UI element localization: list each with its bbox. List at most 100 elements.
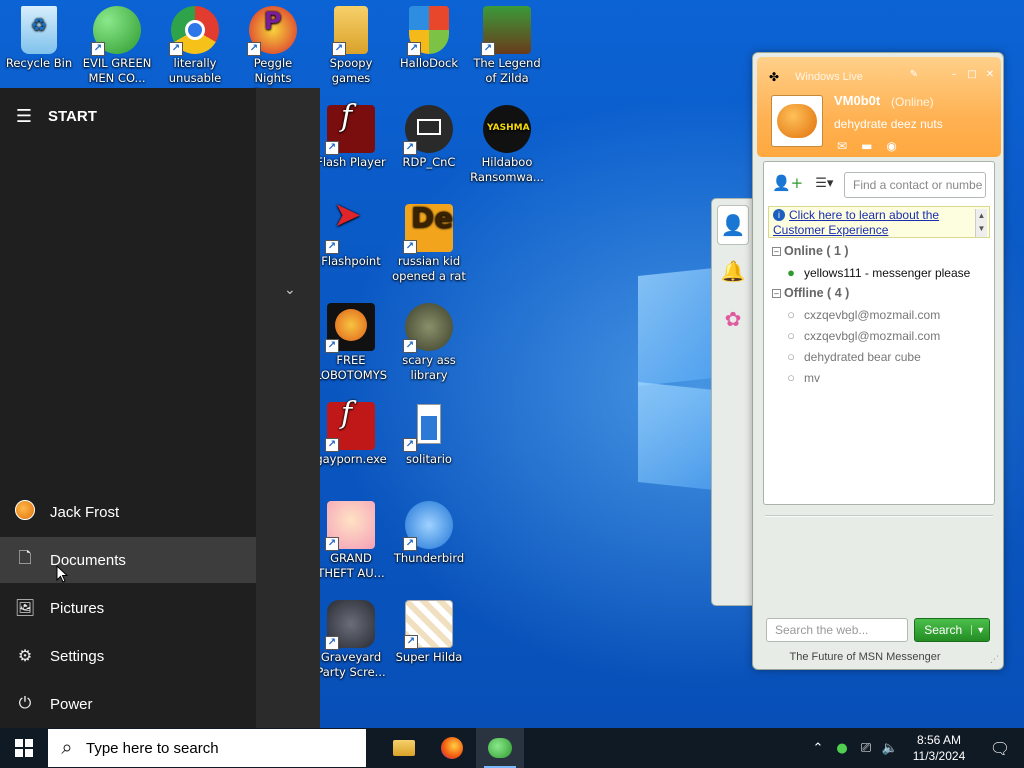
desktop-icon-grand-theft[interactable]: ↗ GRAND THEFT AU... [312,495,390,581]
taskbar-app-firefox[interactable] [428,728,476,768]
contacts-tab[interactable]: 👤 [717,205,749,245]
peggle-icon: P ↗ [247,6,297,56]
start-menu-title: START [48,107,97,125]
pictures-icon: 🖼 [14,600,36,617]
desktop-icon-gayporn[interactable]: f ↗ gayporn.exe [312,396,390,467]
start-item-documents[interactable]: 🗋 Documents [0,537,256,583]
resize-grip-icon[interactable]: ⋰ [990,655,999,665]
messenger-side-tabs: 👤 🔔 ✿ [711,198,753,606]
online-buddy-icon: ● [787,265,795,280]
messenger-icon [488,738,512,758]
document-icon: 🗋 [18,549,32,567]
chevron-down-icon[interactable]: ▼ [971,625,989,635]
desktop-icon-evil-green-men[interactable]: ↗ EVIL GREEN MEN CO... [78,0,156,86]
desktop-icon-super-hilda[interactable]: ↗ Super Hilda [390,594,468,665]
desktop-icon-hildaboo[interactable]: YASHMA Hildaboo Ransomwa... [468,99,546,185]
close-button[interactable]: ✕ [983,69,997,81]
offline-buddy-icon: ○ [787,307,795,322]
globe-icon[interactable]: ◉ [886,139,896,153]
find-contact-input[interactable]: Find a contact or numbe [844,172,986,198]
desktop-icon-recycle-bin[interactable]: ♻ Recycle Bin [0,0,78,71]
avatar[interactable] [771,95,823,147]
messenger-footer: The Future of MSN Messenger [789,651,941,663]
desktop-icon-peggle[interactable]: P↗ Peggle Nights Deluxe [234,0,312,101]
list-item[interactable]: ○ dehydrated bear cube [784,349,921,364]
notification-icon[interactable]: 🗨 [976,739,1024,758]
desktop-icon-flashpoint[interactable]: ➤ ↗ Flashpoint [312,198,390,269]
start-user-item[interactable]: Jack Frost [0,489,256,535]
search-button-label: Search [924,623,963,637]
folder-icon[interactable]: ▬ [861,139,872,153]
hamburger-icon[interactable]: ☰ [0,106,48,127]
flash-icon: f ↗ [325,102,375,155]
taskbar-search-input[interactable]: ⌕ Type here to search [48,729,366,767]
firefox-icon [441,737,463,759]
mouse-cursor-icon [56,565,68,583]
taskbar-app-messenger[interactable] [476,728,524,768]
taskbar-app-file-explorer[interactable] [380,728,428,768]
personal-message[interactable]: dehydrate deez nuts [834,117,943,131]
info-scrollbar[interactable]: ▲ ▼ [975,209,987,237]
desktop-icon-free-lobotomys[interactable]: ↗ FREE LOBOTOMYS [312,297,390,383]
alerts-tab[interactable]: 🔔 [717,251,749,291]
start-user-name: Jack Frost [50,503,120,521]
desktop-icon-flash-player[interactable]: f ↗ Flash Player [312,99,390,170]
info-icon: i [773,209,785,221]
buddy-icon: 👤 [720,213,746,237]
offline-buddy-icon: ○ [787,328,795,343]
group-header-offline[interactable]: – Offline ( 4 ) [772,286,849,300]
desktop-icon-rdp-cnc[interactable]: ↗ RDP_CnC [390,99,468,170]
desktop-icon-hallodock[interactable]: ↗ HalloDock [390,0,468,71]
desktop-icon-russian-kid[interactable]: De ↗ russian kid opened a rat [390,198,468,284]
network-icon[interactable]: ⎚ [854,741,878,756]
spaces-tab[interactable]: ✿ [717,299,749,339]
web-search-input[interactable]: Search the web... [766,618,908,642]
minimize-button[interactable]: – [947,69,961,81]
start-menu-header[interactable]: ☰ START [0,102,256,130]
list-item[interactable]: ○ cxzqevbgl@mozmail.com [784,307,940,322]
quick-actions: ✉ ▬ ◉ [837,139,897,153]
recycle-bin-icon: ♻ [21,6,57,54]
start-button[interactable] [0,728,48,768]
ransomware-icon: YASHMA [483,105,531,153]
web-search-button[interactable]: Search ▼ [914,618,990,642]
maximize-button[interactable]: □ [965,69,979,81]
desktop-icon-literally-unusable[interactable]: ↗ literally unusable [156,0,234,86]
pumpkin-icon [777,104,817,138]
desktop-icon-legend-of-zilda[interactable]: ↗ The Legend of Zilda [468,0,546,86]
messenger-logo-icon: ✤ [769,70,780,84]
desktop-icon-scary-library[interactable]: ↗ scary ass library [390,297,468,383]
info-banner[interactable]: i Click here to learn about the Customer … [768,206,990,238]
list-item[interactable]: ○ cxzqevbgl@mozmail.com [784,328,940,343]
add-contact-icon[interactable]: 👤+ [772,174,803,192]
group-header-online[interactable]: – Online ( 1 ) [772,244,849,258]
taskbar: ⌕ Type here to search ⌃ ● ⎚ 🔈 8:56 AM 11… [0,728,1024,768]
desktop-icon-thunderbird[interactable]: ↗ Thunderbird [390,495,468,566]
status-badge[interactable]: (Online) [891,95,934,109]
messenger-tray-icon[interactable]: ● [830,741,854,756]
chevron-down-icon[interactable]: ⌄ [284,282,296,298]
windows-logo-icon [15,739,33,757]
start-item-power[interactable]: ⏻ Power [0,681,256,727]
volume-icon[interactable]: 🔈 [878,741,902,756]
clock[interactable]: 8:56 AM 11/3/2024 [902,732,976,764]
mail-icon[interactable]: ✉ [837,139,847,153]
start-menu: ☰ START ⌄ Jack Frost 🗋 Documents 🖼 Pictu… [0,88,320,728]
start-item-pictures[interactable]: 🖼 Pictures [0,585,256,631]
messenger-window: ✤ Windows Live ✎ – □ ✕ VM0b0t (Online) d… [752,52,1004,670]
desktop-icon-spoopy-games[interactable]: ↗ Spoopy games [312,0,390,86]
desktop-icon-solitario[interactable]: ↗ solitario [390,396,468,467]
pin-icon[interactable]: ✎ [907,69,921,81]
list-options-icon[interactable]: ☰▾ [815,176,833,191]
info-link[interactable]: Click here to learn about the Customer E… [773,208,939,237]
contact-list-panel: 👤+ ☰▾ Find a contact or numbe i Click her… [763,161,995,505]
thunderbird-icon: ↗ [403,501,453,551]
start-item-label: Pictures [50,599,105,617]
chevron-up-icon[interactable]: ⌃ [806,741,830,756]
zilda-icon: ↗ [481,6,531,56]
list-item[interactable]: ● yellows111 - messenger please [784,265,970,280]
display-name[interactable]: VM0b0t [834,93,880,108]
list-item[interactable]: ○ mv [784,370,820,385]
desktop-icon-graveyard[interactable]: ↗ Graveyard Party Scre... [312,594,390,680]
start-item-settings[interactable]: ⚙ Settings [0,633,256,679]
